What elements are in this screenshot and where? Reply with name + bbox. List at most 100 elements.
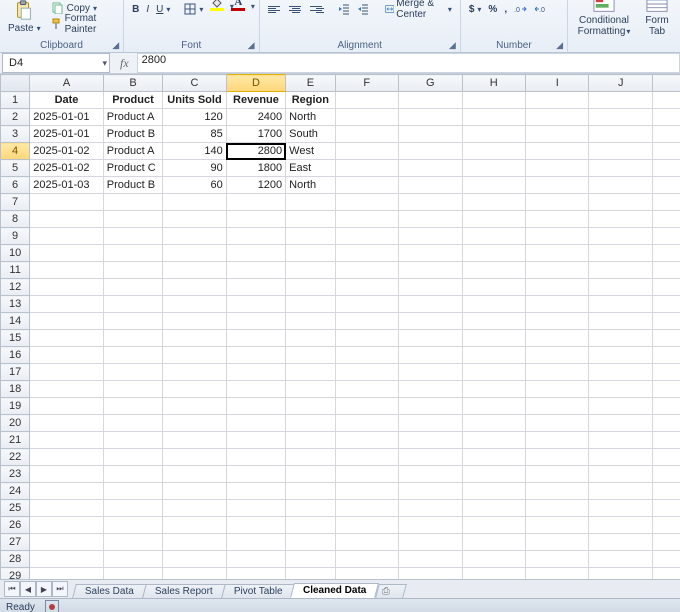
cell-A23[interactable] (30, 466, 104, 483)
row-header-15[interactable]: 15 (1, 330, 30, 347)
cell-D9[interactable] (226, 228, 285, 245)
cell-K14[interactable] (652, 313, 680, 330)
cell-A24[interactable] (30, 483, 104, 500)
col-header-I[interactable]: I (526, 75, 589, 92)
cell-E12[interactable] (286, 279, 335, 296)
cell-I22[interactable] (526, 449, 589, 466)
sheet-tab[interactable]: Pivot Table (221, 584, 296, 598)
cell-J11[interactable] (589, 262, 652, 279)
cell-B26[interactable] (103, 517, 162, 534)
underline-button[interactable]: U▾ (154, 4, 172, 15)
row-header-29[interactable]: 29 (1, 568, 30, 580)
cell-J22[interactable] (589, 449, 652, 466)
accounting-format-button[interactable]: $▾ (467, 4, 484, 15)
cell-K24[interactable] (652, 483, 680, 500)
cell-I27[interactable] (526, 534, 589, 551)
cell-H3[interactable] (462, 126, 525, 143)
cell-A9[interactable] (30, 228, 104, 245)
cell-I2[interactable] (526, 109, 589, 126)
cell-E29[interactable] (286, 568, 335, 580)
row-header-3[interactable]: 3 (1, 126, 30, 143)
cell-C2[interactable]: 120 (163, 109, 226, 126)
cell-F29[interactable] (335, 568, 398, 580)
cell-H5[interactable] (462, 160, 525, 177)
cell-I13[interactable] (526, 296, 589, 313)
cell-C16[interactable] (163, 347, 226, 364)
cell-B5[interactable]: Product C (103, 160, 162, 177)
cell-E2[interactable]: North (286, 109, 335, 126)
row-header-22[interactable]: 22 (1, 449, 30, 466)
cell-A5[interactable]: 2025-01-02 (30, 160, 104, 177)
cell-E6[interactable]: North (286, 177, 335, 194)
cell-A13[interactable] (30, 296, 104, 313)
cell-G8[interactable] (399, 211, 462, 228)
cell-C15[interactable] (163, 330, 226, 347)
cell-A14[interactable] (30, 313, 104, 330)
cell-E10[interactable] (286, 245, 335, 262)
cell-I10[interactable] (526, 245, 589, 262)
cell-A20[interactable] (30, 415, 104, 432)
cell-G1[interactable] (399, 92, 462, 109)
cell-G9[interactable] (399, 228, 462, 245)
name-box[interactable]: D4 ▾ (2, 53, 110, 73)
cell-D14[interactable] (226, 313, 285, 330)
cell-G6[interactable] (399, 177, 462, 194)
sheet-tab[interactable]: Cleaned Data (290, 583, 379, 598)
cell-I20[interactable] (526, 415, 589, 432)
cell-A12[interactable] (30, 279, 104, 296)
cell-J12[interactable] (589, 279, 652, 296)
row-header-19[interactable]: 19 (1, 398, 30, 415)
cell-D17[interactable] (226, 364, 285, 381)
cell-E24[interactable] (286, 483, 335, 500)
cell-F4[interactable] (335, 143, 398, 160)
row-header-23[interactable]: 23 (1, 466, 30, 483)
cell-G15[interactable] (399, 330, 462, 347)
cell-D2[interactable]: 2400 (226, 109, 285, 126)
cell-I7[interactable] (526, 194, 589, 211)
cell-G13[interactable] (399, 296, 462, 313)
cell-B25[interactable] (103, 500, 162, 517)
cell-H2[interactable] (462, 109, 525, 126)
cell-G7[interactable] (399, 194, 462, 211)
cell-A4[interactable]: 2025-01-02 (30, 143, 104, 160)
cell-I16[interactable] (526, 347, 589, 364)
cell-C28[interactable] (163, 551, 226, 568)
cell-F9[interactable] (335, 228, 398, 245)
cell-D26[interactable] (226, 517, 285, 534)
cell-C13[interactable] (163, 296, 226, 313)
dialog-launcher-icon[interactable]: ◢ (556, 40, 563, 51)
cell-B19[interactable] (103, 398, 162, 415)
cell-E17[interactable] (286, 364, 335, 381)
dialog-launcher-icon[interactable]: ◢ (449, 40, 456, 51)
cell-A19[interactable] (30, 398, 104, 415)
cell-F21[interactable] (335, 432, 398, 449)
cell-B7[interactable] (103, 194, 162, 211)
cell-F13[interactable] (335, 296, 398, 313)
row-header-26[interactable]: 26 (1, 517, 30, 534)
cell-I6[interactable] (526, 177, 589, 194)
cell-E1[interactable]: Region (286, 92, 335, 109)
cell-F5[interactable] (335, 160, 398, 177)
cell-H24[interactable] (462, 483, 525, 500)
cell-A25[interactable] (30, 500, 104, 517)
cell-K28[interactable] (652, 551, 680, 568)
cell-H13[interactable] (462, 296, 525, 313)
col-header-B[interactable]: B (103, 75, 162, 92)
cell-B12[interactable] (103, 279, 162, 296)
cell-D25[interactable] (226, 500, 285, 517)
cell-E25[interactable] (286, 500, 335, 517)
cell-B2[interactable]: Product A (103, 109, 162, 126)
cell-F6[interactable] (335, 177, 398, 194)
cell-G23[interactable] (399, 466, 462, 483)
cell-C3[interactable]: 85 (163, 126, 226, 143)
cell-B20[interactable] (103, 415, 162, 432)
cell-D11[interactable] (226, 262, 285, 279)
cell-C8[interactable] (163, 211, 226, 228)
cell-G26[interactable] (399, 517, 462, 534)
align-center-button[interactable] (287, 6, 305, 13)
worksheet-grid[interactable]: ABCDEFGHIJKL1DateProductUnits SoldRevenu… (0, 74, 680, 579)
cell-A26[interactable] (30, 517, 104, 534)
cell-C5[interactable]: 90 (163, 160, 226, 177)
cell-C18[interactable] (163, 381, 226, 398)
cell-C21[interactable] (163, 432, 226, 449)
